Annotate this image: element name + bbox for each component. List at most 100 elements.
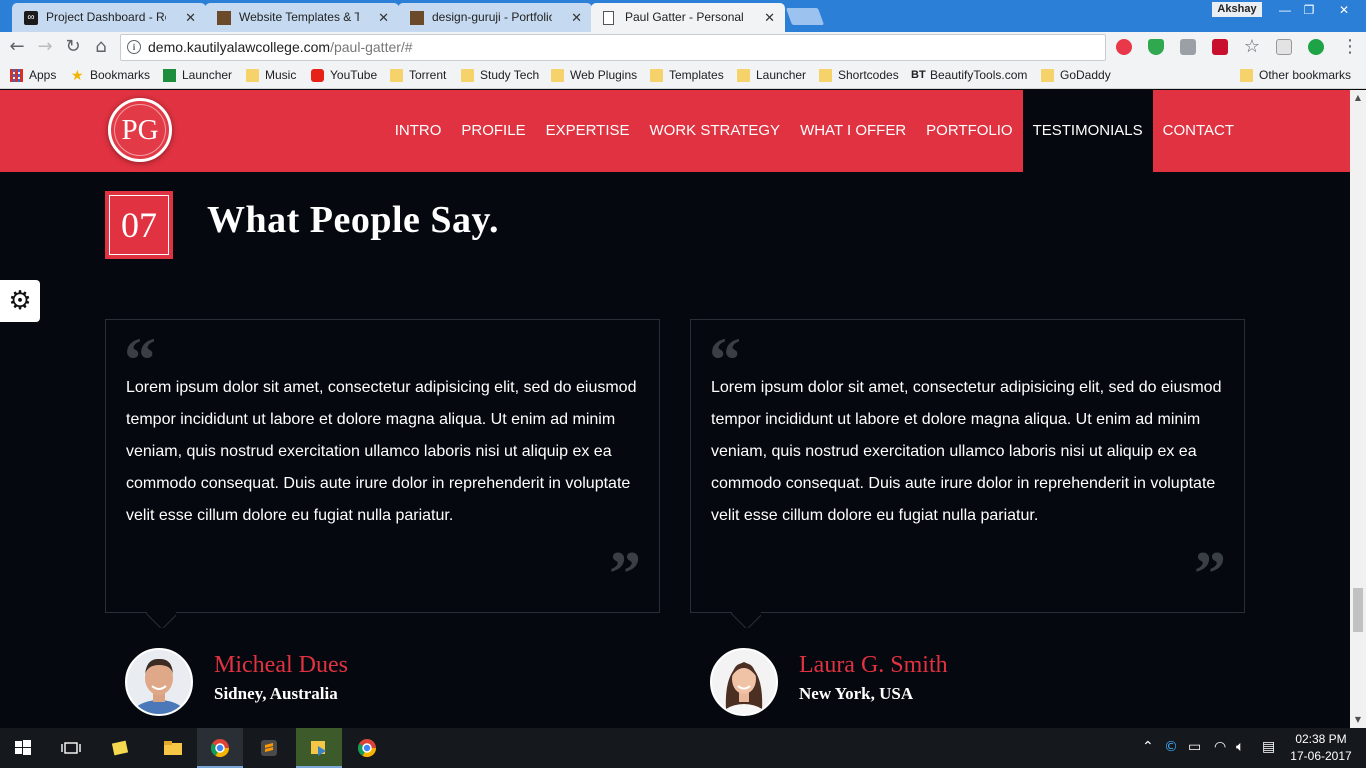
- extension-icon[interactable]: [1276, 39, 1292, 55]
- close-window-icon[interactable]: ✕: [1322, 0, 1366, 20]
- bookmark-item[interactable]: YouTube: [311, 68, 377, 83]
- sheet-icon: [163, 69, 176, 82]
- folder-icon: [1041, 69, 1054, 82]
- folder-icon: [246, 69, 259, 82]
- scroll-thumb[interactable]: [1353, 588, 1363, 632]
- site-favicon-icon: [410, 11, 424, 25]
- browser-tab[interactable]: design-guruji - Portfolio ✕: [398, 3, 592, 32]
- notifications-icon[interactable]: ▤: [1262, 739, 1275, 755]
- bookmark-folder[interactable]: Study Tech: [461, 68, 539, 83]
- reload-icon[interactable]: ↻: [62, 36, 84, 58]
- bookmark-folder[interactable]: Music: [246, 68, 296, 83]
- bookmark-folder[interactable]: Torrent: [390, 68, 446, 83]
- chrome-icon[interactable]: [197, 728, 243, 768]
- battery-icon[interactable]: ▭: [1188, 739, 1201, 755]
- windows-start-icon[interactable]: [0, 728, 46, 768]
- main-menu: INTRO PROFILE EXPERTISE WORK STRATEGY WH…: [385, 90, 1244, 172]
- sticky-notes-icon[interactable]: [98, 728, 144, 768]
- close-icon[interactable]: ✕: [378, 3, 389, 32]
- browser-tab[interactable]: ∞ Project Dashboard - Rob ✕: [12, 3, 206, 32]
- bookmark-folder[interactable]: Web Plugins: [551, 68, 637, 83]
- bookmark-item[interactable]: ★ Bookmarks: [71, 68, 150, 83]
- folder-icon: [551, 69, 564, 82]
- url-text: demo.kautilyalawcollege.com/paul-gatter/…: [148, 39, 413, 55]
- task-view-icon[interactable]: [48, 728, 94, 768]
- testimonial-name: Micheal Dues: [214, 652, 348, 678]
- bookmark-folder[interactable]: GoDaddy: [1041, 68, 1111, 83]
- logo-ring: [114, 104, 166, 156]
- info-icon[interactable]: i: [127, 40, 141, 54]
- menu-item-expertise[interactable]: EXPERTISE: [536, 90, 640, 172]
- star-icon[interactable]: ☆: [1241, 36, 1263, 58]
- testimonial-quote: Lorem ipsum dolor sit amet, consectetur …: [711, 379, 1222, 524]
- bookmark-folder[interactable]: Templates: [650, 68, 724, 83]
- close-icon[interactable]: ✕: [571, 3, 582, 32]
- bookmark-other-folder[interactable]: Other bookmarks: [1240, 68, 1351, 83]
- chrome-icon[interactable]: [344, 728, 390, 768]
- section-number-badge: 07: [105, 191, 173, 259]
- media-player-icon[interactable]: [296, 728, 342, 768]
- close-icon[interactable]: ✕: [185, 3, 196, 32]
- menu-item-intro[interactable]: INTRO: [385, 90, 452, 172]
- file-explorer-icon[interactable]: [150, 728, 196, 768]
- testimonial-card: “ Lorem ipsum dolor sit amet, consectetu…: [105, 319, 660, 613]
- apps-grid-icon: [10, 69, 23, 82]
- site-logo[interactable]: PG: [108, 98, 172, 162]
- browser-tab-active[interactable]: Paul Gatter - Personal Re ✕: [591, 3, 785, 32]
- menu-item-profile[interactable]: PROFILE: [451, 90, 535, 172]
- bookmark-item[interactable]: Launcher: [163, 68, 232, 83]
- back-arrow-icon[interactable]: ←: [6, 36, 28, 58]
- system-clock[interactable]: 02:38 PM 17-06-2017: [1284, 731, 1358, 765]
- folder-icon: [390, 69, 403, 82]
- profile-button[interactable]: Akshay: [1212, 2, 1262, 17]
- browser-tab[interactable]: Website Templates & Th ✕: [205, 3, 399, 32]
- folder-icon: [737, 69, 750, 82]
- infinity-icon: ∞: [24, 11, 38, 25]
- quote-close-icon: ”: [609, 538, 641, 609]
- sublime-text-icon[interactable]: [246, 728, 292, 768]
- scroll-up-icon[interactable]: ▲: [1350, 90, 1366, 106]
- card-pointer: [731, 612, 761, 628]
- restore-icon[interactable]: ❐: [1292, 0, 1326, 20]
- bookmark-item[interactable]: BT BeautifyTools.com: [911, 68, 1027, 83]
- testimonial-location: Sidney, Australia: [214, 684, 338, 703]
- menu-item-what-i-offer[interactable]: WHAT I OFFER: [790, 90, 916, 172]
- bookmark-apps[interactable]: Apps: [10, 68, 56, 83]
- menu-item-work-strategy[interactable]: WORK STRATEGY: [640, 90, 791, 172]
- folder-icon: [461, 69, 474, 82]
- menu-item-testimonials[interactable]: TESTIMONIALS: [1022, 90, 1153, 172]
- cloud-sync-icon[interactable]: ©: [1164, 739, 1178, 755]
- address-bar[interactable]: i demo.kautilyalawcollege.com/paul-gatte…: [120, 34, 1106, 61]
- forward-arrow-icon[interactable]: →: [34, 36, 56, 58]
- chevron-up-icon[interactable]: ⌃: [1142, 739, 1154, 755]
- extension-shield-icon[interactable]: [1116, 39, 1132, 55]
- new-tab-button[interactable]: [785, 8, 825, 25]
- extension-check-icon[interactable]: [1148, 39, 1164, 55]
- bookmarks-bar: Apps ★ Bookmarks Launcher Music YouTube …: [0, 63, 1366, 89]
- extension-icon[interactable]: [1180, 39, 1196, 55]
- scroll-down-icon[interactable]: ▼: [1350, 712, 1366, 728]
- volume-icon[interactable]: 🔈︎: [1236, 739, 1244, 755]
- menu-item-portfolio[interactable]: PORTFOLIO: [916, 90, 1022, 172]
- extension-media-icon[interactable]: [1212, 39, 1228, 55]
- menu-item-contact[interactable]: CONTACT: [1153, 90, 1244, 172]
- home-icon[interactable]: ⌂: [90, 36, 112, 58]
- section-title: What People Say.: [207, 199, 499, 241]
- settings-gear-icon[interactable]: ⚙: [0, 280, 40, 322]
- page-icon: [603, 11, 614, 25]
- testimonial-quote: Lorem ipsum dolor sit amet, consectetur …: [126, 379, 637, 524]
- wifi-icon[interactable]: ◠: [1214, 739, 1226, 755]
- page-scrollbar[interactable]: ▲ ▼: [1350, 90, 1366, 728]
- beautifytools-icon: BT: [911, 69, 926, 81]
- avatar: [710, 648, 778, 716]
- close-icon[interactable]: ✕: [764, 3, 775, 32]
- menu-dots-icon[interactable]: ⋮: [1339, 36, 1361, 58]
- youtube-icon: [311, 69, 324, 82]
- folder-icon: [819, 69, 832, 82]
- bookmark-folder[interactable]: Shortcodes: [819, 68, 899, 83]
- testimonial-card: “ Lorem ipsum dolor sit amet, consectetu…: [690, 319, 1245, 613]
- folder-icon: [650, 69, 663, 82]
- extension-icon[interactable]: [1308, 39, 1324, 55]
- bookmark-folder[interactable]: Launcher: [737, 68, 806, 83]
- site-favicon-icon: [217, 11, 231, 25]
